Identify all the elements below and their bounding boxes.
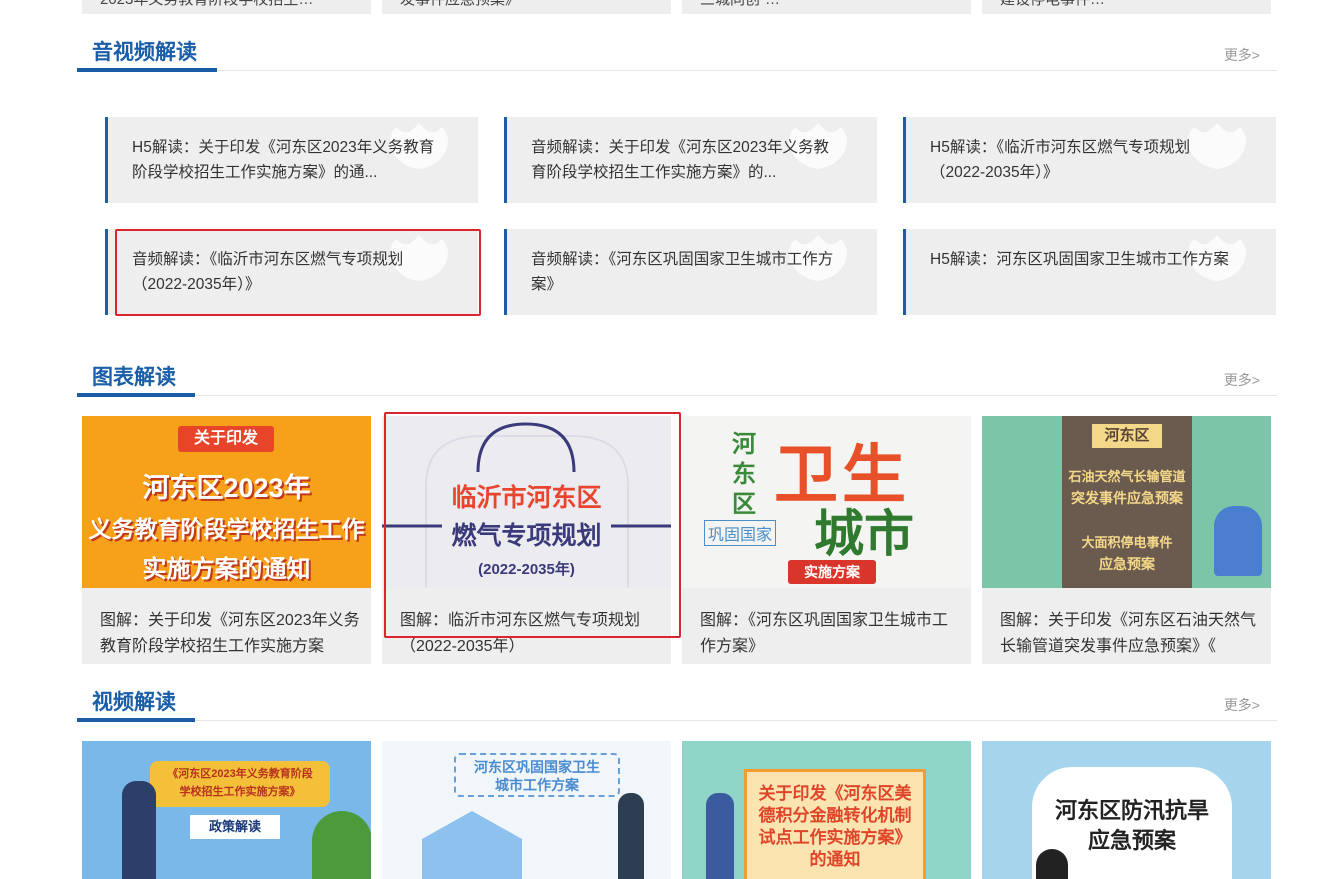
thumb-tag: 河东区	[1092, 424, 1162, 448]
video-item[interactable]: 河东区巩固国家卫生 城市工作方案	[382, 741, 671, 879]
top-card-label: 建设停电事件…	[1000, 0, 1105, 9]
video-item[interactable]: 关于印发《河东区美 德积分金融转化机制 试点工作实施方案》 的通知	[682, 741, 971, 879]
audio-item-label: H5解读：河东区巩固国家卫生城市工作方案	[930, 251, 1229, 268]
top-card-4[interactable]: 建设停电事件…	[982, 0, 1271, 14]
section-title-underline	[77, 68, 217, 72]
top-card-1[interactable]: 2023年义务教育阶段学校招生…	[82, 0, 371, 14]
thumb-line: 突发事件应急预案	[1071, 490, 1183, 506]
top-card-label: 三城同创”…	[700, 0, 780, 9]
chart-item[interactable]: 河东区 卫生 城市 巩固国家 实施方案 图解：《河东区巩固国家卫生城市工作方案》	[682, 416, 971, 664]
audio-item-label: 音频解读：关于印发《河东区2023年义务教育阶段学校招生工作实施方案》的...	[531, 139, 829, 181]
chart-thumbnail: 关于印发 河东区2023年 义务教育阶段学校招生工作 实施方案的通知	[82, 416, 371, 588]
audio-item-label: 音频解读：《河东区巩固国家卫生城市工作方案》	[531, 251, 834, 293]
chart-item[interactable]: 关于印发 河东区2023年 义务教育阶段学校招生工作 实施方案的通知 图解：关于…	[82, 416, 371, 664]
top-card-label: 发事件应急预案》	[400, 0, 520, 9]
video-section-header: 视频解读 更多>	[77, 680, 1277, 722]
thumb-line: 河东区2023年	[142, 473, 311, 503]
audio-item[interactable]: 音频解读：《河东区巩固国家卫生城市工作方案》	[504, 229, 877, 315]
section-title: 视频解读	[92, 691, 176, 714]
section-title-underline	[77, 393, 195, 397]
more-link[interactable]: 更多>	[1224, 695, 1260, 715]
thumb-big-text: 城市	[814, 506, 914, 562]
more-link[interactable]: 更多>	[1224, 370, 1260, 390]
thumb-line: 河东区巩固国家卫生	[474, 759, 600, 775]
thumb-line: 应急预案	[1099, 556, 1155, 572]
person-figure	[706, 793, 734, 879]
video-item[interactable]: 《河东区2023年义务教育阶段 学校招生工作实施方案》 政策解读	[82, 741, 371, 879]
section-title: 音视频解读	[92, 41, 197, 64]
thumb-line: 《河东区2023年义务教育阶段	[167, 768, 313, 780]
chart-thumbnail: 河东区 卫生 城市 巩固国家 实施方案	[682, 416, 971, 588]
chart-item-caption: 图解：关于印发《河东区石油天然气长输管道突发事件应急预案》《	[1000, 612, 1257, 655]
thumb-line: 的通知	[809, 850, 861, 869]
audio-item[interactable]: H5解读：《临沂市河东区燃气专项规划（2022-2035年）》	[903, 117, 1276, 203]
video-item[interactable]: 河东区防汛抗旱 应急预案	[982, 741, 1271, 879]
thumb-line: 城市工作方案	[495, 777, 579, 793]
chart-thumbnail: 河东区 石油天然气长输管道 突发事件应急预案 大面积停电事件 应急预案	[982, 416, 1271, 588]
thumb-side-text: 河东区	[732, 431, 756, 518]
ginkgo-leaf-icon	[1188, 235, 1246, 311]
thumb-tag: 实施方案	[788, 560, 876, 584]
thumb-line: 实施方案的通知	[142, 556, 311, 583]
chart-item[interactable]: 河东区 石油天然气长输管道 突发事件应急预案 大面积停电事件 应急预案 图解：关…	[982, 416, 1271, 664]
person-figure	[1036, 849, 1068, 879]
thumb-line: 应急预案	[1087, 828, 1176, 853]
audio-item[interactable]: H5解读：关于印发《河东区2023年义务教育阶段学校招生工作实施方案》的通...	[105, 117, 478, 203]
chart-item-caption: 图解：《河东区巩固国家卫生城市工作方案》	[700, 612, 949, 655]
person-figure	[618, 793, 644, 879]
thumb-sub-text: 巩固国家	[704, 520, 777, 546]
thumb-line: 大面积停电事件	[1081, 535, 1173, 550]
top-card-2[interactable]: 发事件应急预案》	[382, 0, 671, 14]
audio-item-label: H5解读：《临沂市河东区燃气专项规划（2022-2035年）》	[930, 139, 1191, 181]
thumb-tag: 关于印发	[178, 426, 274, 452]
thumb-line: 义务教育阶段学校招生工作	[88, 516, 365, 542]
more-link[interactable]: 更多>	[1224, 45, 1260, 65]
audio-item-label: H5解读：关于印发《河东区2023年义务教育阶段学校招生工作实施方案》的通...	[132, 139, 435, 181]
chart-section-header: 图表解读 更多>	[77, 355, 1277, 397]
highlight-box	[115, 229, 481, 316]
thumb-line: 石油天然气长输管道	[1068, 469, 1186, 484]
top-card-3[interactable]: 三城同创”…	[682, 0, 971, 14]
tree-decoration	[312, 811, 371, 879]
highlight-box	[384, 412, 681, 638]
section-title: 图表解读	[92, 366, 176, 389]
audio-section-header: 音视频解读 更多>	[77, 30, 1277, 72]
host-figure	[122, 781, 156, 879]
house-figure	[422, 811, 522, 879]
worker-figure	[1214, 506, 1262, 576]
thumb-tag: 政策解读	[190, 815, 280, 839]
thumb-line: 学校招生工作实施方案》	[179, 786, 301, 798]
thumb-line: 河东区防汛抗旱	[1054, 798, 1209, 823]
section-title-underline	[77, 718, 195, 722]
chart-item-caption: 图解：关于印发《河东区2023年义务教育阶段学校招生工作实施方案	[100, 612, 360, 655]
audio-item[interactable]: H5解读：河东区巩固国家卫生城市工作方案	[903, 229, 1276, 315]
top-card-label: 2023年义务教育阶段学校招生…	[100, 0, 313, 9]
audio-item[interactable]: 音频解读：关于印发《河东区2023年义务教育阶段学校招生工作实施方案》的...	[504, 117, 877, 203]
